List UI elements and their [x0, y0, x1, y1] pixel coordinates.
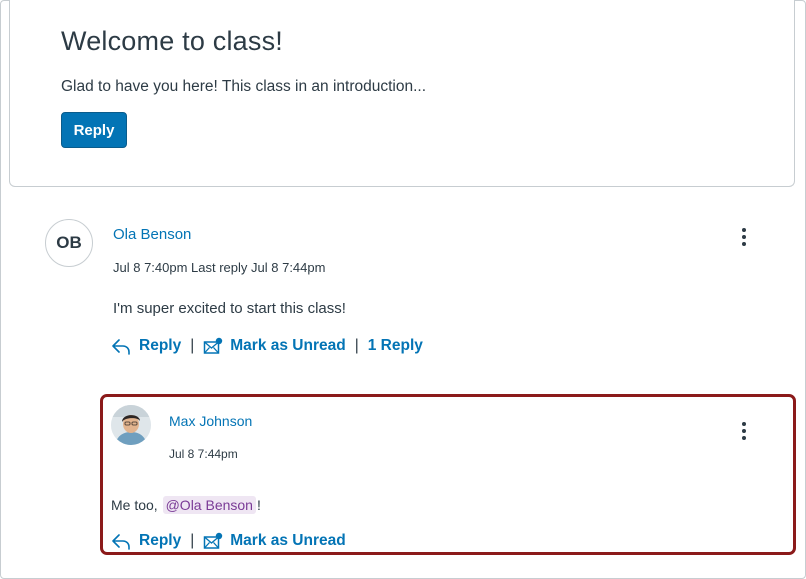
reply-mark-unread-link[interactable]: Mark as Unread [203, 532, 346, 550]
user-photo-icon [111, 405, 151, 445]
entry-mark-unread-link[interactable]: Mark as Unread [203, 337, 346, 355]
envelope-unread-icon [203, 532, 223, 550]
action-separator: | [190, 532, 195, 549]
reply-reply-link[interactable]: Reply [111, 532, 181, 550]
kebab-dot [742, 436, 746, 440]
topic-title: Welcome to class! [61, 26, 283, 56]
discussion-frame: Welcome to class! Glad to have you here!… [0, 0, 806, 579]
entry-reply-link[interactable]: Reply [111, 337, 181, 355]
entry-actions: Reply | Mark as Unread | 1 Reply [111, 337, 423, 355]
reply-arrow-icon [111, 532, 131, 550]
reply-actions: Reply | Mark as Unread [111, 532, 346, 550]
entry-mark-unread-label: Mark as Unread [230, 337, 346, 354]
action-separator: | [190, 337, 195, 354]
mention-tag[interactable]: @Ola Benson [162, 496, 256, 514]
reply-author-link[interactable]: Max Johnson [169, 413, 252, 429]
entry-options-kebab-icon[interactable] [734, 224, 754, 250]
entry-timestamp: Jul 8 7:40pm Last reply Jul 8 7:44pm [113, 260, 326, 275]
kebab-dot [742, 235, 746, 239]
avatar[interactable]: OB [45, 219, 93, 267]
reply-arrow-icon [111, 337, 131, 355]
topic-body: Glad to have you here! This class in an … [61, 78, 427, 95]
entry-reply-count-link[interactable]: 1 Reply [368, 337, 423, 355]
kebab-dot [742, 422, 746, 426]
entry-author-link[interactable]: Ola Benson [113, 226, 191, 243]
entry-reply-label: Reply [139, 337, 182, 354]
kebab-dot [742, 228, 746, 232]
kebab-dot [742, 429, 746, 433]
action-separator: | [354, 337, 359, 354]
reply-reply-label: Reply [139, 532, 182, 549]
reply-mark-unread-label: Mark as Unread [230, 532, 346, 549]
reply-options-kebab-icon[interactable] [734, 418, 754, 444]
topic-card: Welcome to class! Glad to have you here!… [9, 0, 795, 187]
envelope-unread-icon [203, 337, 223, 355]
reply-message-prefix: Me too, [111, 497, 162, 513]
reply-message: Me too, @Ola Benson! [111, 496, 261, 514]
reply-message-suffix: ! [256, 497, 261, 513]
topic-reply-button[interactable]: Reply [61, 112, 127, 148]
kebab-dot [742, 242, 746, 246]
entry-message: I'm super excited to start this class! [113, 300, 346, 317]
avatar[interactable] [111, 405, 151, 445]
reply-timestamp: Jul 8 7:44pm [169, 447, 238, 461]
